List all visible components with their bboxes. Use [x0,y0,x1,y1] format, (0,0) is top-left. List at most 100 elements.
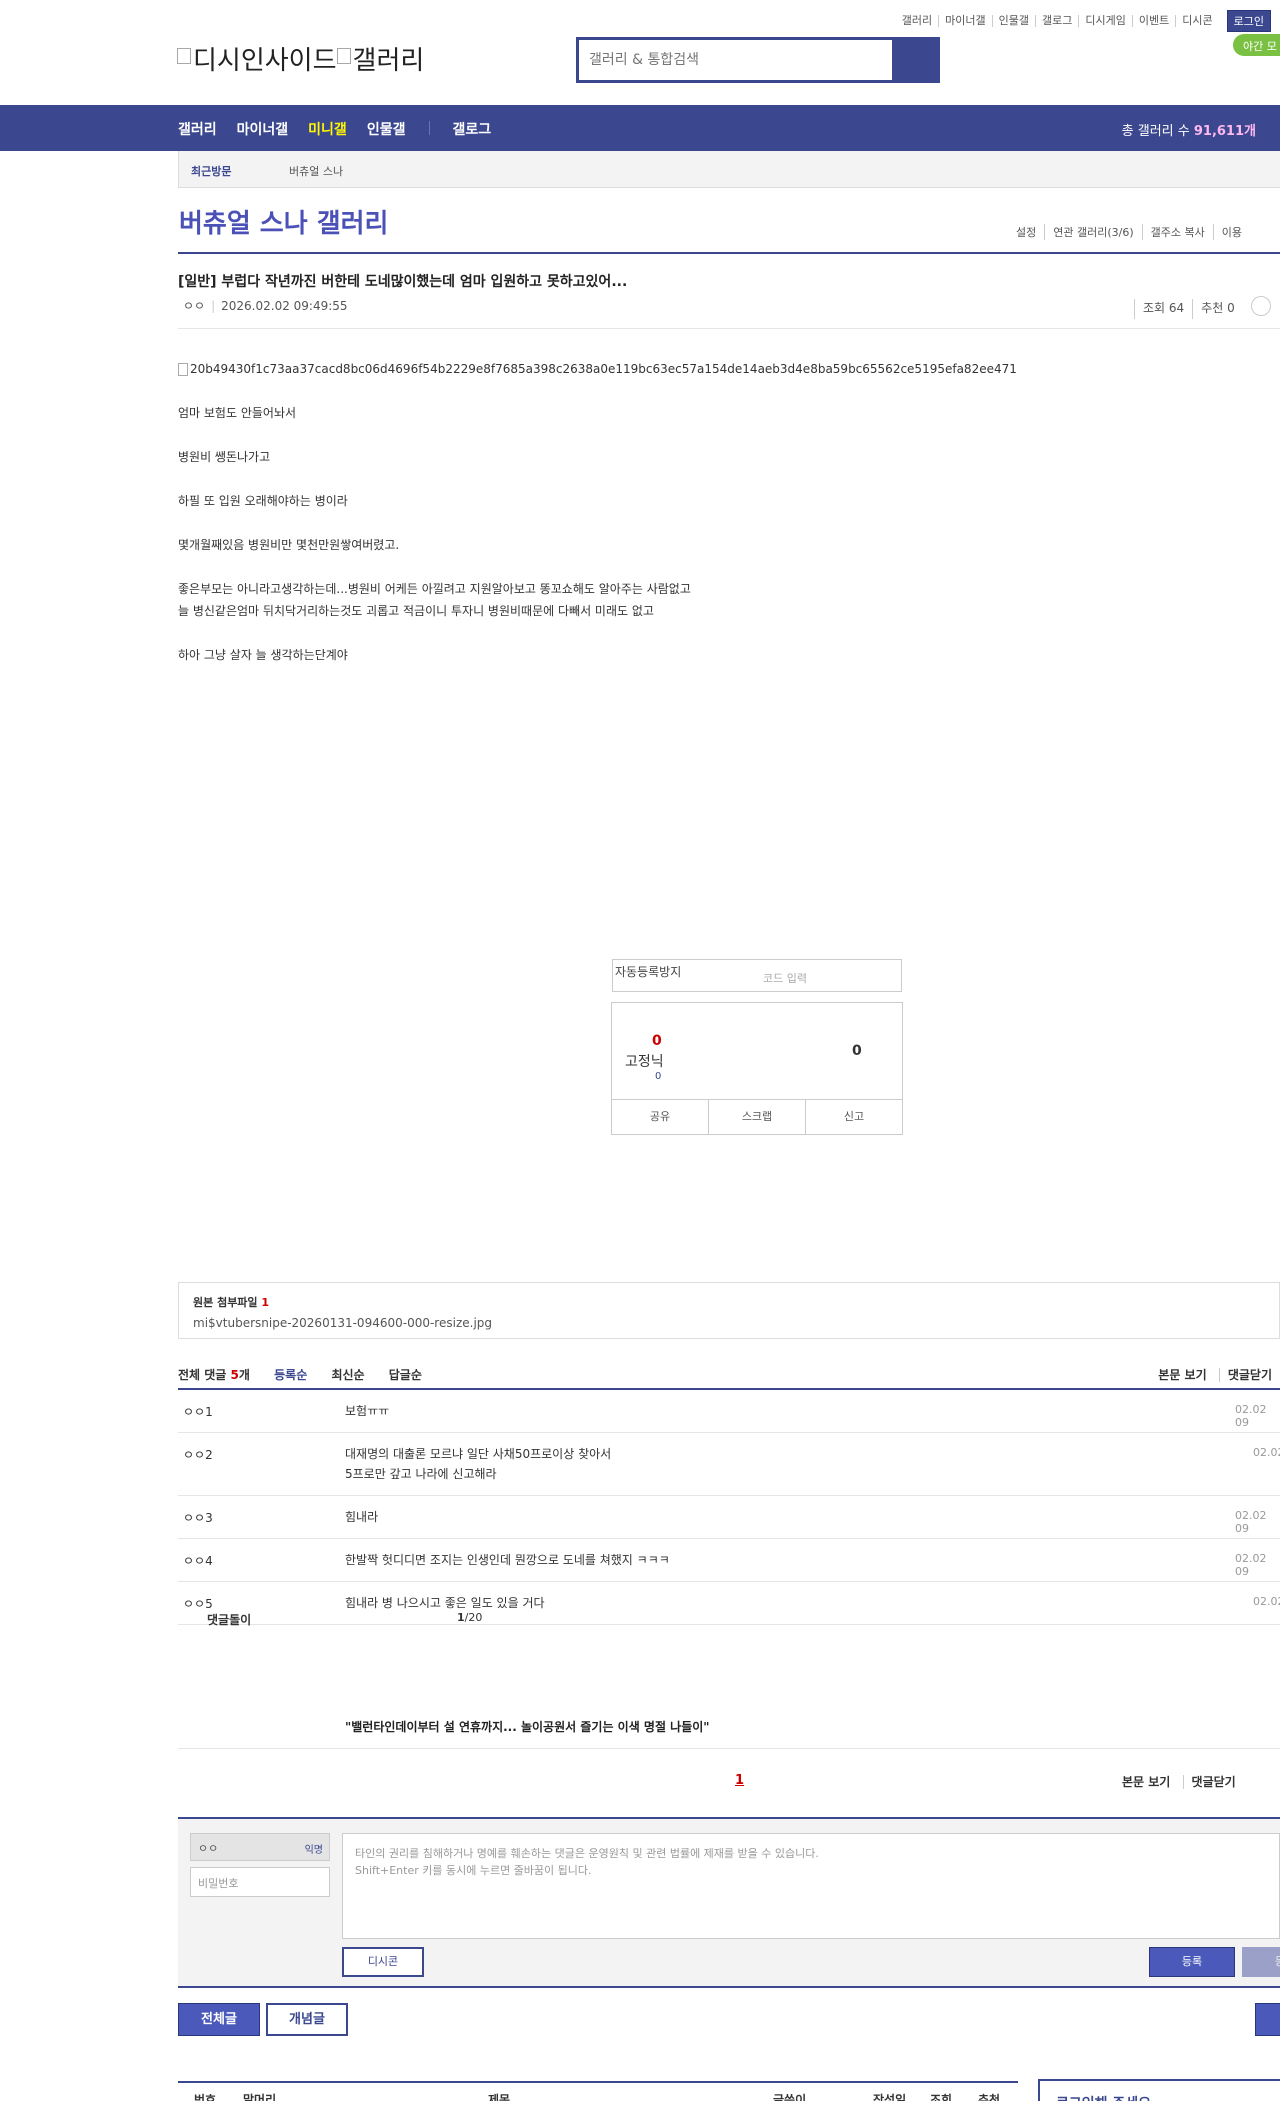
recommend-down-count[interactable]: 0 [852,1043,862,1059]
all-posts-button[interactable]: 전체글 [178,2003,260,2036]
anonymous-label: 익명 [304,1845,323,1856]
top-utility-bar: 갤러리 마이너갤 인물갤 갤로그 디시게임 이벤트 디시콘 로그인 [896,10,1271,32]
post-line: 좋은부모는 아니라고생각하는데...병원비 어케든 아낄려고 지원알아보고 똥꼬… [178,582,691,596]
comment-nick[interactable]: ㅇㅇ5 [183,1595,213,1612]
captcha-input[interactable]: 코드 입력 [763,970,807,986]
close-comments-link-bottom[interactable]: 댓글닫기 [1182,1775,1244,1789]
share-button[interactable]: 공유 [612,1100,708,1134]
comment-bot-page: 1/20 [457,1611,482,1624]
dccon-button[interactable]: 디시콘 [342,1947,424,1977]
attachment-file-link[interactable]: mi$vtubersnipe-20260131-094600-000-resiz… [193,1316,1265,1330]
password-field[interactable]: 비밀번호 [190,1867,330,1897]
comment-bot-page-total: /20 [464,1611,483,1624]
comment-text: 힘내라 병 나으시고 좋은 일도 있을 거다 [345,1596,545,1610]
sort-latest[interactable]: 최신순 [331,1368,364,1382]
comment-notice-2: Shift+Enter 키를 동시에 누르면 줄바꿈이 됩니다. [355,1864,592,1877]
recommend-up-count[interactable]: 0 [652,1033,662,1049]
recent-label[interactable]: 최근방문 [191,163,231,179]
comment-nick[interactable]: ㅇㅇ2 [183,1446,213,1463]
recent-visit-bar: 최근방문 버츄얼 스나 [178,151,1280,188]
related-gallery-link[interactable]: 연관 갤러리(3/6) [1044,224,1141,240]
submit-comment-button-secondary[interactable]: 등록 [1242,1947,1280,1977]
settings-link[interactable]: 설정 [1008,224,1044,240]
usage-link[interactable]: 이용 [1212,224,1250,240]
more-options-button[interactable] [1250,296,1271,316]
post-author[interactable]: ㅇㅇ [183,299,205,313]
nickname-value: ㅇㅇ [198,1842,219,1855]
view-post-link[interactable]: 본문 보기 [1150,1368,1214,1382]
sort-replies[interactable]: 답글순 [389,1368,422,1382]
copy-address-link[interactable]: 갤주소 복사 [1141,224,1213,240]
comment-nick[interactable]: ㅇㅇ1 [183,1403,213,1420]
top-link-gallery[interactable]: 갤러리 [896,15,938,27]
comment-text-line: 대재명의 대출론 모르냐 일단 사채50프로이상 찾아서 [345,1447,612,1461]
report-button[interactable]: 신고 [805,1100,902,1134]
write-button[interactable] [1255,2003,1280,2036]
search-input[interactable] [579,40,894,80]
comment-row: ㅇㅇ5 힘내라 병 나으시고 좋은 일도 있을 거다 02.02 [178,1582,1280,1625]
submit-comment-button[interactable]: 등록 [1149,1947,1235,1977]
comment-text-line: 5프로만 갚고 나라에 신고해라 [345,1467,497,1481]
comment-header: 전체 댓글 5개 등록순 최신순 답글순 본문 보기 댓글닫기 [178,1366,1280,1383]
logo-alt-text: 디시인사이드 [193,46,337,76]
captcha-image: 자동등록방지 [615,965,682,979]
attachment-box: 원본 첨부파일 1 mi$vtubersnipe-20260131-094600… [178,1282,1280,1339]
comment-row: ㅇㅇ4 한발짝 헛디디면 조지는 인생인데 뭔깡으로 도네를 쳐했지 ㅋㅋㅋ 0… [178,1539,1280,1582]
comment-textarea[interactable]: 타인의 권리를 침해하거나 명예를 훼손하는 댓글은 운영원칙 및 관련 법률에… [342,1833,1280,1939]
scrap-button[interactable]: 스크랩 [708,1100,805,1134]
nav-minor-gallery[interactable]: 마이너갤 [237,119,289,139]
search-box [576,37,940,83]
top-link-gallog[interactable]: 갤로그 [1035,15,1078,27]
site-logo[interactable]: 디시인사이드 갤러리 [177,40,424,77]
nickname-field[interactable]: ㅇㅇ 익명 [190,1833,330,1861]
post-image-alt: 20b49430f1c73aa37cacd8bc06d4696f54b2229e… [190,362,1017,376]
nav-gallery[interactable]: 갤러리 [178,119,217,139]
comment-bot-page-current: 1 [457,1611,465,1624]
view-post-link-bottom[interactable]: 본문 보기 [1114,1775,1178,1789]
post-line: 늘 병신같은엄마 뒤치닥거리하는것도 괴롭고 적금이니 투자니 병원비때문에 다… [178,604,654,618]
post-line: 병원비 쌩돈나가고 [178,450,271,464]
broken-image-icon [177,47,191,64]
comment-nick[interactable]: ㅇㅇ4 [183,1552,213,1569]
sort-registered[interactable]: 등록순 [274,1368,307,1382]
top-link-event[interactable]: 이벤트 [1131,15,1175,27]
news-headline-link[interactable]: "밸런타인데이부터 설 연휴까지... 놀이공원서 즐기는 이색 명절 나들이" [345,1718,710,1735]
comment-row: ㅇㅇ3 힘내라 02.02 09 [178,1496,1280,1539]
comment-write-box: ㅇㅇ 익명 비밀번호 타인의 권리를 침해하거나 명예를 훼손하는 댓글은 운영원… [178,1817,1280,1988]
comment-row: ㅇㅇ2 대재명의 대출론 모르냐 일단 사채50프로이상 찾아서 5프로만 갚고 … [178,1433,1280,1496]
comment-list: ㅇㅇ1 보험ㅠㅠ 02.02 09 ㅇㅇ2 대재명의 대출론 모르냐 일단 사채… [178,1388,1280,1625]
night-mode-toggle[interactable]: 야간 모 [1233,34,1280,56]
main-nav: 갤러리 마이너갤 미니갤 인물갤 갤로그 총 갤러리 수 91,611개 [0,105,1280,151]
total-gallery-count: 총 갤러리 수 91,611개 [1122,120,1256,139]
nav-gallog[interactable]: 갤로그 [452,119,491,139]
post-line: 몇개월째있음 병원비만 몇천만원쌓여버렸고. [178,538,400,552]
recent-item[interactable]: 버츄얼 스나 [289,163,343,179]
comment-nick[interactable]: ㅇㅇ3 [183,1509,213,1526]
login-button[interactable]: 로그인 [1226,10,1271,32]
close-comments-link[interactable]: 댓글닫기 [1218,1368,1280,1382]
top-link-person[interactable]: 인물갤 [991,15,1035,27]
col-head: 말머리 [243,2093,277,2101]
nav-mini-gallery[interactable]: 미니갤 [308,119,347,139]
comment-notice-1: 타인의 권리를 침해하거나 명예를 훼손하는 댓글은 운영원칙 및 관련 법률에… [355,1847,819,1860]
top-link-dccon[interactable]: 디시콘 [1175,15,1218,27]
gallery-title[interactable]: 버츄얼 스나 갤러리 [179,203,388,240]
search-button[interactable] [892,40,937,80]
top-link-dcgame[interactable]: 디시게임 [1078,15,1131,27]
comment-text: 대재명의 대출론 모르냐 일단 사채50프로이상 찾아서 5프로만 갚고 나라에 … [345,1433,1280,1495]
comment-bot-label: 댓글돌이 [207,1613,252,1627]
gallery-options: 설정 연관 갤러리(3/6) 갤주소 복사 이용 [1008,224,1250,240]
comment-text: 보험ㅠㅠ [345,1404,390,1418]
top-link-minor[interactable]: 마이너갤 [938,15,991,27]
comment-date: 02.02 09 [1235,1403,1267,1429]
captcha-box: 자동등록방지 코드 입력 [612,959,902,992]
concept-posts-button[interactable]: 개념글 [266,2003,348,2036]
attachment-label: 원본 첨부파일 [193,1296,258,1309]
post-content: 20b49430f1c73aa37cacd8bc06d4696f54b2229e… [178,358,1017,666]
comment-page-1[interactable]: 1 [735,1773,744,1788]
comment-date: 02.02 [1253,1595,1280,1608]
login-prompt-box[interactable]: 로그인해 주세요 [1038,2079,1280,2101]
post-line: 하필 또 입원 오래해야하는 병이라 [178,494,348,508]
comment-total-unit: 개 [238,1368,250,1382]
nav-person-gallery[interactable]: 인물갤 [367,119,406,139]
